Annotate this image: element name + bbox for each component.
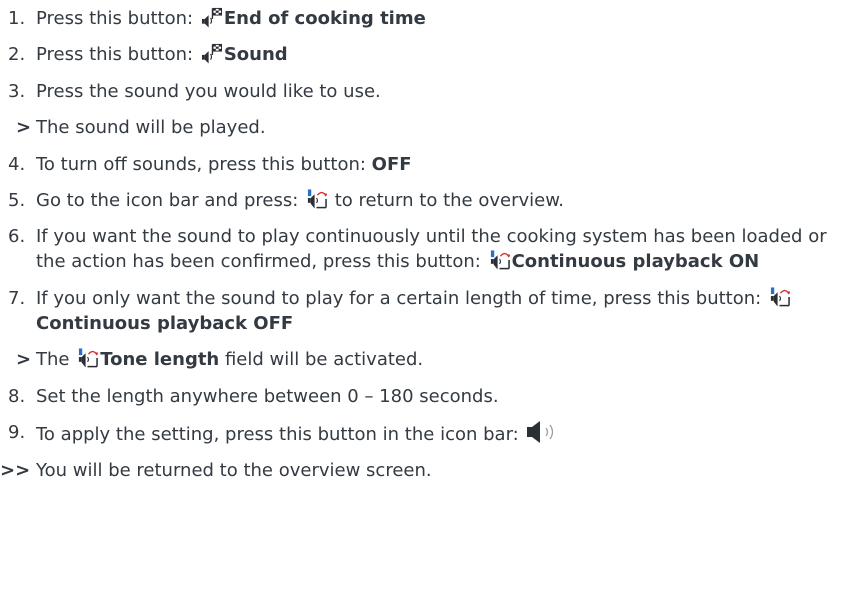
step-marker: 9. bbox=[8, 421, 26, 443]
numbered-step: 8. Set the length anywhere between 0 – 18… bbox=[0, 384, 853, 409]
flag-speaker-icon bbox=[201, 42, 222, 64]
step-text: Press this button: bbox=[36, 44, 199, 66]
step-text: You will be returned to the overview scr… bbox=[36, 460, 432, 482]
step-text: Set the length anywhere between 0 – 180 … bbox=[36, 385, 499, 407]
step-marker: 7. bbox=[8, 287, 26, 309]
numbered-step: 1. Press this button: End of cooking time bbox=[0, 6, 853, 31]
numbered-step: 5. Go to the icon bar and press: to retur… bbox=[0, 188, 853, 213]
step-text: To apply the setting, press this button … bbox=[36, 423, 525, 445]
numbered-step: 2. Press this button: Sound bbox=[0, 42, 853, 67]
speaker-loop-icon bbox=[489, 249, 510, 271]
numbered-step: 9. To apply the setting, press this butto… bbox=[0, 420, 853, 447]
numbered-step: 7. If you only want the sound to play for… bbox=[0, 286, 853, 336]
button-name: Sound bbox=[223, 44, 288, 66]
step-marker: 8. bbox=[8, 385, 26, 407]
step-marker: > bbox=[16, 117, 32, 139]
instruction-document: 1. Press this button: End of cooking time… bbox=[0, 0, 853, 616]
numbered-step: 4. To turn off sounds, press this button:… bbox=[0, 152, 853, 177]
flag-speaker-icon bbox=[201, 6, 222, 28]
numbered-step: 3. Press the sound you would like to use. bbox=[0, 79, 853, 104]
step-text: If you only want the sound to play for a… bbox=[36, 287, 767, 309]
button-name: Tone length bbox=[100, 349, 220, 371]
step-marker: > bbox=[16, 349, 32, 371]
result-step: > The sound will be played. bbox=[0, 115, 853, 140]
step-text: The sound will be played. bbox=[36, 117, 266, 139]
step-text: Press this button: bbox=[36, 8, 199, 29]
step-marker: 6. bbox=[8, 226, 26, 248]
step-text: To turn off sounds, press this button: bbox=[36, 153, 372, 175]
speaker-loop-icon bbox=[306, 188, 327, 210]
button-name: OFF bbox=[371, 153, 412, 175]
step-marker: >> bbox=[0, 460, 31, 482]
step-text-continued: to return to the overview. bbox=[329, 189, 564, 211]
numbered-step: 6. If you want the sound to play continuo… bbox=[0, 224, 853, 274]
result-step: > The Tone length field will be activated… bbox=[0, 347, 853, 372]
step-text-continued: field will be activated. bbox=[219, 349, 424, 371]
speaker-loop-icon bbox=[769, 286, 790, 308]
speaker-volume-icon bbox=[526, 420, 564, 444]
speaker-loop-icon bbox=[77, 347, 99, 369]
button-name: Continuous playback ON bbox=[511, 251, 760, 273]
step-marker: 2. bbox=[8, 44, 26, 66]
button-name: Continuous playback OFF bbox=[36, 312, 294, 334]
final-result-step: >> You will be returned to the overview s… bbox=[0, 458, 853, 483]
step-marker: 5. bbox=[8, 189, 26, 211]
step-text: Go to the icon bar and press: bbox=[36, 189, 304, 211]
button-name: End of cooking time bbox=[223, 8, 426, 29]
step-marker: 1. bbox=[8, 8, 26, 29]
step-marker: 3. bbox=[8, 80, 26, 102]
step-marker: 4. bbox=[8, 153, 26, 175]
step-text: Press the sound you would like to use. bbox=[36, 80, 381, 102]
